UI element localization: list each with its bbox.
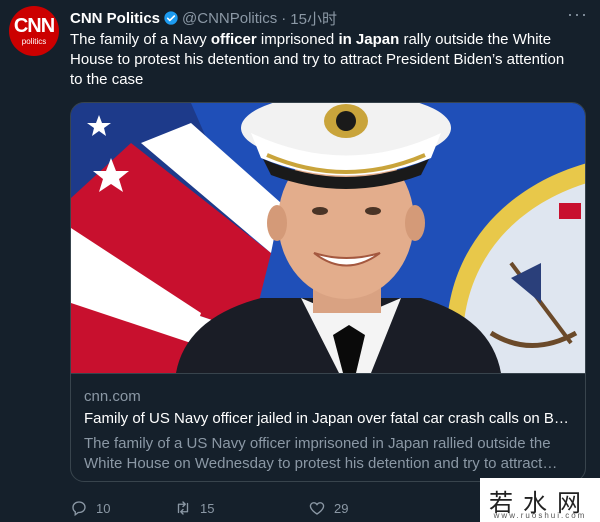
verified-badge-icon bbox=[164, 11, 178, 25]
card-title: Family of US Navy officer jailed in Japa… bbox=[84, 410, 569, 427]
more-options-button[interactable]: ··· bbox=[567, 4, 588, 25]
tweet-header: CNN Politics @CNNPolitics · 15小时 ··· bbox=[70, 4, 590, 29]
watermark-url: www.ruoshui.com bbox=[493, 511, 587, 520]
like-count: 29 bbox=[334, 500, 349, 516]
tweet-text-part: imprisoned bbox=[256, 31, 339, 48]
heart-icon bbox=[309, 502, 325, 515]
card-image bbox=[71, 103, 585, 373]
cnn-logo-text: CNN bbox=[13, 15, 55, 37]
site-watermark: 若水网 www.ruoshui.com bbox=[480, 478, 600, 522]
tweet-text: The family of a Navy officer imprisoned … bbox=[70, 30, 570, 90]
card-domain: cnn.com bbox=[84, 388, 141, 405]
separator-dot: · bbox=[281, 9, 287, 27]
reply-icon bbox=[72, 501, 86, 517]
reply-count: 10 bbox=[96, 500, 111, 516]
card-description: The family of a US Navy officer imprison… bbox=[84, 435, 558, 472]
tweet-text-highlight: in Japan bbox=[338, 31, 400, 48]
handle[interactable]: @CNNPolitics bbox=[182, 10, 277, 27]
tweet-actions: 10 15 29 bbox=[70, 498, 348, 518]
avatar[interactable]: CNN politics bbox=[9, 6, 59, 56]
display-name[interactable]: CNN Politics bbox=[70, 10, 160, 27]
link-card[interactable]: cnn.com Family of US Navy officer jailed… bbox=[70, 102, 586, 482]
tweet-text-part: The family of a Navy bbox=[70, 31, 211, 48]
card-body: cnn.com Family of US Navy officer jailed… bbox=[71, 373, 585, 481]
retweet-button[interactable]: 15 bbox=[174, 499, 308, 517]
reply-button[interactable]: 10 bbox=[70, 499, 174, 517]
cnn-logo-subtext: politics bbox=[21, 37, 47, 46]
retweet-icon bbox=[177, 501, 189, 515]
retweet-count: 15 bbox=[200, 500, 215, 516]
tweet-text-highlight: officer bbox=[210, 31, 257, 48]
like-button[interactable]: 29 bbox=[308, 499, 348, 517]
timestamp[interactable]: 15小时 bbox=[290, 8, 337, 29]
